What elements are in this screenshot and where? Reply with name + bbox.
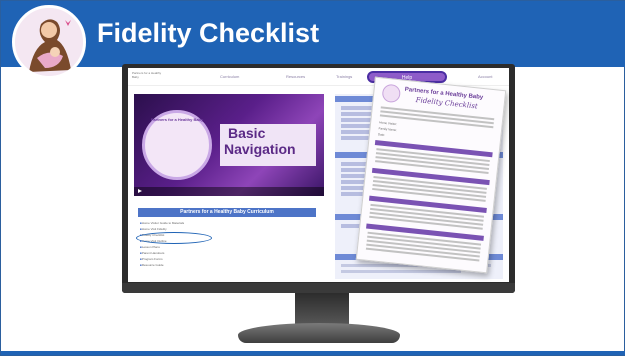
slide: Fidelity Checklist Partners for a Health… <box>0 0 625 356</box>
curriculum-list: Home Visitor Guide to Materials Home Vis… <box>140 220 260 268</box>
program-logo <box>12 5 86 79</box>
nav-account[interactable]: Account <box>478 74 492 79</box>
nav-curriculum[interactable]: Curriculum <box>220 74 239 79</box>
curriculum-header: Partners for a Healthy Baby Curriculum <box>138 208 316 217</box>
document-field: Home Visitor: <box>379 120 398 127</box>
curriculum-header-label: Partners for a Healthy Baby Curriculum <box>180 209 274 215</box>
document-logo-icon <box>381 83 402 104</box>
video-player[interactable]: Partners for a Healthy Baby Basic Naviga… <box>134 94 324 196</box>
bottom-rule <box>1 351 625 355</box>
video-ring-text: Partners for a Healthy Baby <box>150 117 204 122</box>
fidelity-checklist-document: Partners for a Healthy Baby Fidelity Che… <box>355 76 507 274</box>
video-logo-ring: Partners for a Healthy Baby <box>142 110 212 180</box>
page-title: Fidelity Checklist <box>97 18 320 48</box>
monitor-chin <box>122 283 515 293</box>
monitor-stand-base <box>238 323 400 343</box>
site-brand[interactable]: Partners for a Healthy Baby <box>132 71 162 79</box>
video-controls[interactable] <box>134 187 324 196</box>
mother-baby-icon <box>15 8 83 76</box>
monitor-stand-neck <box>295 293 349 327</box>
nav-trainings[interactable]: Trainings <box>336 74 352 79</box>
site-header: Partners for a Healthy Baby Curriculum R… <box>128 68 509 86</box>
document-field: Family Name: <box>378 126 398 133</box>
list-item[interactable]: Resource Guide <box>140 262 260 268</box>
video-title-line1: Basic <box>228 125 266 141</box>
fidelity-checklist-highlight <box>136 232 212 244</box>
video-title-line2: Navigation <box>224 141 296 157</box>
document-field: Date: <box>377 132 386 137</box>
nav-resources[interactable]: Resources <box>286 74 305 79</box>
title-bar: Fidelity Checklist <box>1 1 625 67</box>
play-icon[interactable] <box>138 189 142 193</box>
text-line <box>341 270 461 273</box>
